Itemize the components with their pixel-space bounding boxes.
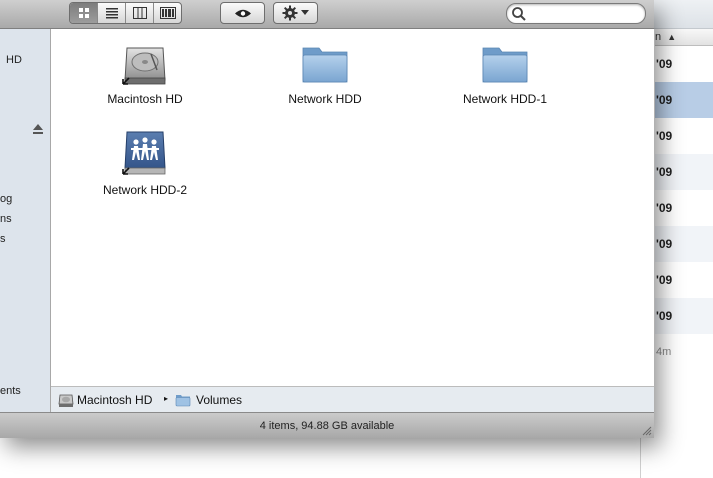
- item-label: Macintosh HD: [107, 92, 183, 106]
- folder-icon: [482, 47, 528, 83]
- path-segment-macintosh-hd[interactable]: Macintosh HD: [77, 393, 152, 407]
- sort-ascending-icon: ▲: [667, 32, 677, 42]
- chevron-down-icon: [301, 10, 309, 15]
- search-field[interactable]: [506, 3, 646, 24]
- sidebar-item-label[interactable]: ns: [0, 213, 12, 225]
- list-item[interactable]: '09: [655, 46, 713, 82]
- list-item[interactable]: '09: [655, 190, 713, 226]
- icon-view-button[interactable]: [70, 3, 98, 23]
- toolbar: [0, 0, 654, 29]
- sidebar-item-label[interactable]: HD: [6, 54, 22, 66]
- quick-look-button[interactable]: [220, 2, 265, 24]
- status-text: 4 items, 94.88 GB available: [259, 420, 395, 432]
- list-icon: [105, 8, 118, 19]
- list-item[interactable]: '09: [655, 118, 713, 154]
- background-column-header[interactable]: n ▲: [655, 29, 713, 46]
- cover-flow-icon: [159, 7, 176, 19]
- item-label: Network HDD-1: [462, 92, 547, 106]
- search-icon: [512, 7, 526, 21]
- status-bar: 4 items, 94.88 GB available: [0, 412, 654, 438]
- list-item[interactable]: 4m: [655, 334, 713, 370]
- icon-view-area[interactable]: Macintosh HD Network HDD Network HDD-1 N…: [51, 29, 654, 386]
- eject-icon[interactable]: [32, 123, 44, 135]
- list-item[interactable]: '09: [655, 298, 713, 334]
- item-label: Network HDD: [288, 92, 362, 106]
- item-network-hdd-1[interactable]: Network HDD-1: [430, 40, 580, 110]
- action-menu-button[interactable]: [273, 2, 318, 24]
- sidebar-item-label[interactable]: s: [0, 233, 6, 245]
- folder-icon: [175, 395, 191, 407]
- cover-flow-view-button[interactable]: [154, 3, 181, 23]
- background-list: '09 '09 '09 '09 '09 '09 '09 '09 4m: [655, 46, 713, 370]
- column-view-button[interactable]: [126, 3, 154, 23]
- hard-disk-icon: [122, 47, 166, 85]
- sidebar-item-label[interactable]: og: [0, 193, 12, 205]
- item-network-hdd[interactable]: Network HDD: [250, 40, 400, 110]
- list-item[interactable]: '09: [655, 226, 713, 262]
- finder-window: HD og ns s ents Macintosh HD Network HDD…: [0, 0, 654, 438]
- item-macintosh-hd[interactable]: Macintosh HD: [70, 40, 220, 110]
- view-mode-control: [69, 2, 182, 24]
- search-input[interactable]: [527, 6, 641, 22]
- list-item[interactable]: '09: [655, 82, 713, 118]
- list-item[interactable]: '09: [655, 262, 713, 298]
- grid-icon: [78, 8, 89, 18]
- item-network-hdd-2[interactable]: Network HDD-2: [70, 130, 220, 200]
- path-separator-icon: ▸: [164, 394, 169, 403]
- path-bar: Macintosh HD ▸ Volumes: [51, 386, 654, 413]
- item-label: Network HDD-2: [102, 183, 187, 197]
- shared-network-drive-icon: [122, 131, 166, 175]
- sidebar-item-label[interactable]: ents: [0, 385, 21, 397]
- eye-icon: [234, 9, 251, 17]
- resize-grip-icon[interactable]: [640, 424, 652, 436]
- folder-icon: [302, 47, 348, 83]
- column-header-label: n: [655, 31, 662, 43]
- columns-icon: [132, 7, 147, 19]
- sidebar: HD og ns s ents: [0, 29, 51, 412]
- list-item[interactable]: '09: [655, 154, 713, 190]
- list-view-button[interactable]: [98, 3, 126, 23]
- path-segment-volumes[interactable]: Volumes: [196, 393, 242, 407]
- hard-disk-icon: [58, 394, 74, 407]
- gear-icon: [282, 5, 298, 21]
